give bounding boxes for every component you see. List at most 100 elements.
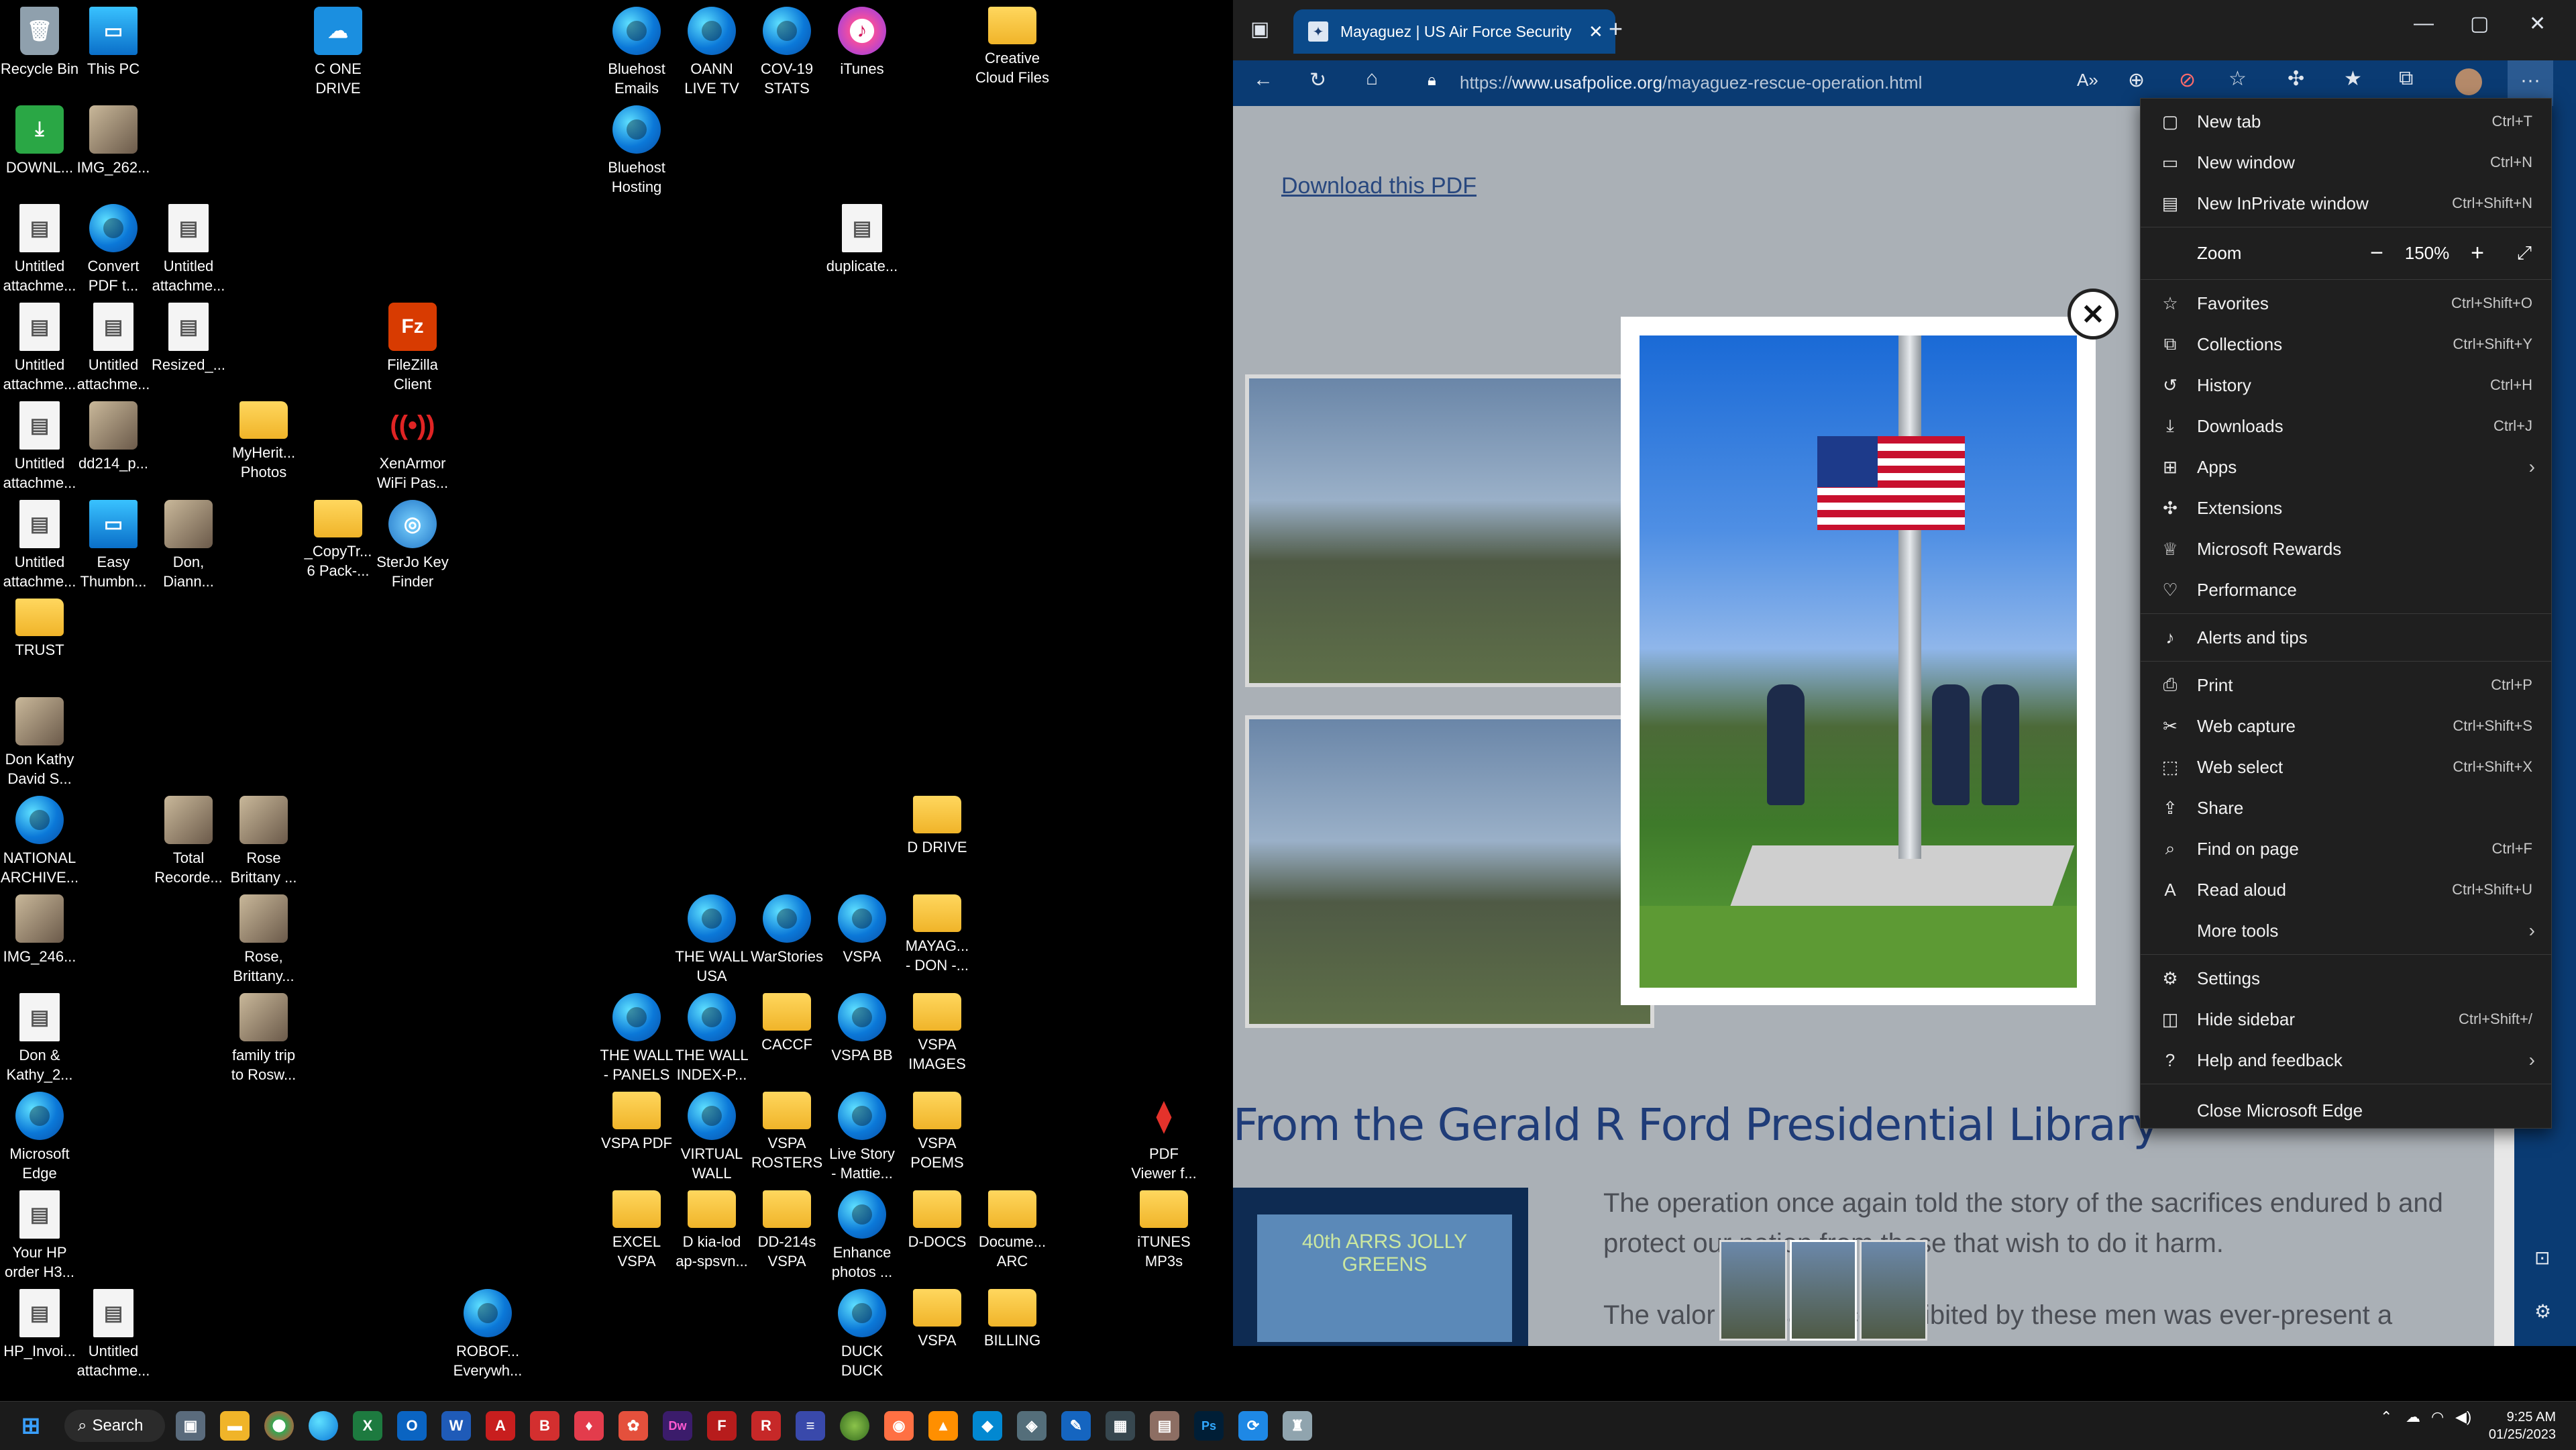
- ceremony-photo-3[interactable]: [1245, 715, 1654, 1028]
- maximize-icon[interactable]: ▢: [2470, 12, 2489, 36]
- menu-item-downloads[interactable]: ⤓ Downloads Ctrl+J: [2141, 407, 2551, 445]
- desktop-icon[interactable]: ▭ This PC: [74, 7, 153, 79]
- desktop-icon[interactable]: TRUST: [0, 599, 79, 660]
- zoom-icon[interactable]: ⊕: [2128, 68, 2145, 92]
- app-blue-icon[interactable]: ◆: [973, 1411, 1002, 1441]
- menu-item-new-tab[interactable]: ▢ New tab Ctrl+T: [2141, 103, 2551, 140]
- desktop-icon[interactable]: Don, Diann...: [149, 500, 228, 591]
- desktop-icon[interactable]: Rose Brittany ...: [224, 796, 303, 887]
- menu-item-web-select[interactable]: ⬚ Web select Ctrl+Shift+X: [2141, 748, 2551, 786]
- favorites-toolbar-icon[interactable]: ★: [2344, 67, 2362, 91]
- desktop-icon[interactable]: ☁ C ONE DRIVE: [299, 7, 378, 98]
- onedrive-icon[interactable]: ☁: [2406, 1408, 2420, 1426]
- menu-item-web-capture[interactable]: ✂ Web capture Ctrl+Shift+S: [2141, 707, 2551, 745]
- vlc-icon[interactable]: ▲: [928, 1411, 958, 1441]
- wifi-icon[interactable]: ◠: [2431, 1408, 2444, 1426]
- desktop-icon[interactable]: ROBOF... Everywh...: [448, 1289, 527, 1380]
- word-icon[interactable]: W: [441, 1411, 471, 1441]
- menu-item-new-window[interactable]: ▭ New window Ctrl+N: [2141, 144, 2551, 181]
- zoom-in-button[interactable]: +: [2457, 240, 2498, 266]
- filezilla-taskbar-icon[interactable]: F: [707, 1411, 737, 1441]
- new-tab-icon[interactable]: +: [1609, 15, 1623, 43]
- desktop-icon[interactable]: THE WALL USA: [672, 894, 751, 986]
- chrome-icon[interactable]: [264, 1411, 294, 1441]
- desktop-icon[interactable]: family trip to Rosw...: [224, 993, 303, 1084]
- menu-item-read-aloud[interactable]: A Read aloud Ctrl+Shift+U: [2141, 871, 2551, 909]
- edge-taskbar-icon[interactable]: [309, 1411, 338, 1441]
- sidebar-settings-icon[interactable]: ⚙: [2534, 1300, 2551, 1323]
- menu-item-apps[interactable]: ⊞ Apps ›: [2141, 448, 2551, 486]
- refresh-icon[interactable]: ↻: [1309, 68, 1326, 92]
- desktop-icon[interactable]: ▤ Untitled attachme...: [74, 303, 153, 394]
- desktop-icon[interactable]: Docume... ARC: [973, 1190, 1052, 1271]
- thumbnail[interactable]: [1719, 1240, 1787, 1341]
- menu-item-new-inprivate-window[interactable]: ▤ New InPrivate window Ctrl+Shift+N: [2141, 185, 2551, 222]
- app-icon-2[interactable]: ⟳: [1238, 1411, 1268, 1441]
- volume-icon[interactable]: ◀): [2455, 1408, 2471, 1426]
- thumbnail-active[interactable]: [1789, 1240, 1858, 1341]
- zoom-out-button[interactable]: −: [2357, 240, 2397, 266]
- desktop-icon[interactable]: Creative Cloud Files: [973, 7, 1052, 87]
- calculator-icon[interactable]: ▦: [1106, 1411, 1135, 1441]
- app-icon-3[interactable]: ♜: [1283, 1411, 1312, 1441]
- app-b-icon[interactable]: B: [530, 1411, 559, 1441]
- close-edge-menu-item[interactable]: Close Microsoft Edge: [2141, 1092, 2551, 1129]
- acrobat-icon[interactable]: A: [486, 1411, 515, 1441]
- start-icon[interactable]: ⊞: [16, 1411, 46, 1441]
- desktop-icon[interactable]: Don Kathy David S...: [0, 697, 79, 788]
- desktop-icon[interactable]: Rose, Brittany...: [224, 894, 303, 986]
- home-icon[interactable]: ⌂: [1366, 67, 1378, 90]
- menu-item-find-on-page[interactable]: ⌕ Find on page Ctrl+F: [2141, 830, 2551, 868]
- menu-item-help-and-feedback[interactable]: ? Help and feedback ›: [2141, 1041, 2551, 1079]
- menu-item-favorites[interactable]: ☆ Favorites Ctrl+Shift+O: [2141, 284, 2551, 322]
- reader-app-icon[interactable]: R: [751, 1411, 781, 1441]
- clock[interactable]: 9:25 AM 01/25/2023: [2482, 1408, 2556, 1443]
- menu-item-print[interactable]: ⎙ Print Ctrl+P: [2141, 666, 2551, 704]
- desktop-icon[interactable]: ▤ Don & Kathy_2...: [0, 993, 79, 1084]
- desktop-icon[interactable]: iTUNES MP3s: [1124, 1190, 1203, 1271]
- collections-toolbar-icon[interactable]: ⧉: [2399, 67, 2413, 90]
- camera-app-icon[interactable]: ◉: [884, 1411, 914, 1441]
- menu-item-extensions[interactable]: ✣ Extensions: [2141, 489, 2551, 527]
- excel-icon[interactable]: X: [353, 1411, 382, 1441]
- app-icon[interactable]: ✿: [619, 1411, 648, 1441]
- outlook-icon[interactable]: O: [397, 1411, 427, 1441]
- menu-item-share[interactable]: ⇪ Share: [2141, 789, 2551, 827]
- menu-item-collections[interactable]: ⧉ Collections Ctrl+Shift+Y: [2141, 325, 2551, 363]
- notes-app-icon[interactable]: ≡: [796, 1411, 825, 1441]
- menu-item-alerts-and-tips[interactable]: ♪ Alerts and tips: [2141, 619, 2551, 656]
- back-icon[interactable]: ←: [1253, 68, 1273, 91]
- active-tab[interactable]: ✦ Mayaguez | US Air Force Security ✕: [1293, 9, 1615, 54]
- sidebar-panel-icon[interactable]: ⊡: [2534, 1247, 2550, 1269]
- ceremony-photo-1[interactable]: [1245, 374, 1654, 687]
- desktop-icon[interactable]: ▤ Untitled attachme...: [74, 1289, 153, 1380]
- desktop-icon[interactable]: MyHerit... Photos: [224, 401, 303, 482]
- desktop-icon[interactable]: dd214_p...: [74, 401, 153, 473]
- lock-icon[interactable]: 🔒︎: [1428, 71, 1436, 90]
- desktop-icon[interactable]: Microsoft Edge: [0, 1092, 79, 1183]
- desktop-icon[interactable]: ▤ Untitled attachme...: [149, 204, 228, 295]
- desktop-icon[interactable]: COV-19 STATS: [747, 7, 826, 98]
- shield-app-icon[interactable]: ♦: [574, 1411, 604, 1441]
- tray-overflow-icon[interactable]: ⌃: [2380, 1408, 2392, 1426]
- close-window-icon[interactable]: ✕: [2529, 12, 2546, 36]
- desktop-icon[interactable]: ▤ duplicate...: [822, 204, 902, 276]
- menu-item-performance[interactable]: ♡ Performance: [2141, 571, 2551, 609]
- desktop-icon[interactable]: ((•)) XenArmor WiFi Pas...: [373, 401, 452, 493]
- taskbar-search[interactable]: ⌕ Search: [64, 1410, 165, 1442]
- dreamweaver-icon[interactable]: Dw: [663, 1411, 692, 1441]
- desktop-icon[interactable]: VSPA POEMS: [898, 1092, 977, 1172]
- desktop-icon[interactable]: BILLING: [973, 1289, 1052, 1350]
- menu-item-settings[interactable]: ⚙ Settings: [2141, 960, 2551, 997]
- tab-actions-icon[interactable]: ▣: [1250, 17, 1269, 41]
- app-green-icon[interactable]: [840, 1411, 869, 1441]
- desktop-icon[interactable]: ▤ Resized_...: [149, 303, 228, 374]
- menu-item-more-tools[interactable]: More tools ›: [2141, 912, 2551, 949]
- photoshop-icon[interactable]: Ps: [1194, 1411, 1224, 1441]
- desktop-icon[interactable]: ▤ Your HP order H3...: [0, 1190, 79, 1282]
- desktop-icon[interactable]: ▤ Untitled attachme...: [0, 401, 79, 493]
- desktop-icon[interactable]: NATIONAL ARCHIVE...: [0, 796, 79, 887]
- desktop-icon[interactable]: D DRIVE: [898, 796, 977, 857]
- download-pdf-link[interactable]: Download this PDF: [1281, 173, 1477, 199]
- desktop-icon[interactable]: ⧫ PDF Viewer f...: [1124, 1092, 1203, 1183]
